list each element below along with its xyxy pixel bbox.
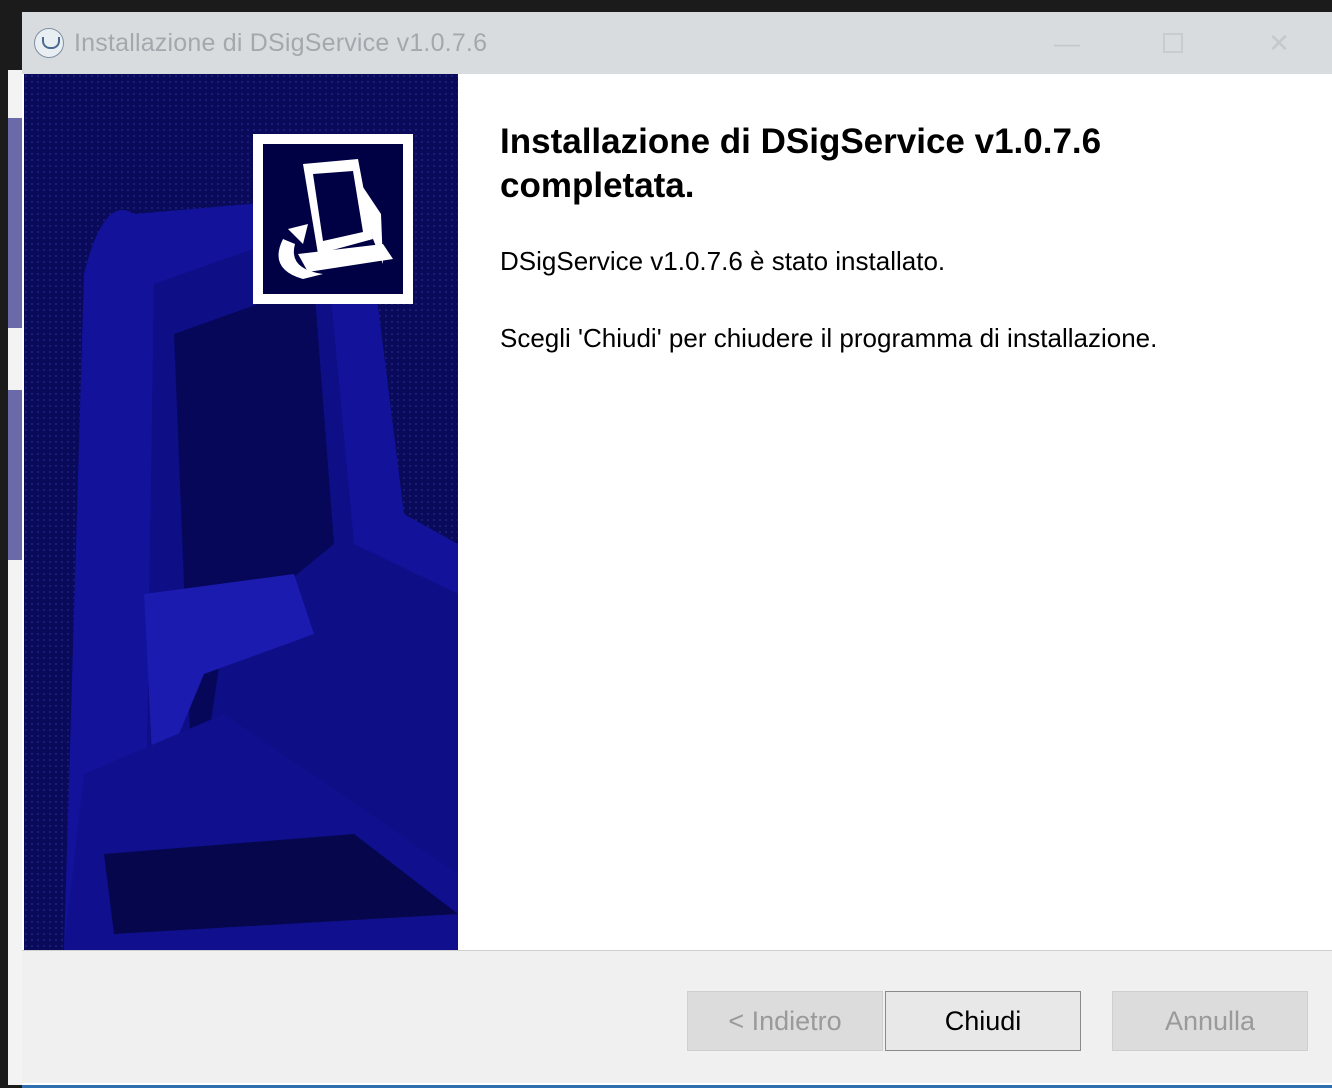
minimize-button[interactable]: — [1014,12,1120,74]
maximize-icon [1163,33,1183,53]
page-title: Installazione di DSigService v1.0.7.6 co… [500,122,1102,205]
logo-frame [253,134,413,304]
computer-install-icon [263,144,403,294]
cancel-button[interactable]: Annulla [1112,991,1308,1051]
main-content: Installazione di DSigService v1.0.7.6 co… [500,120,1300,354]
back-button[interactable]: < Indietro [687,991,883,1051]
window-controls: — ✕ [1014,12,1332,74]
maximize-button[interactable] [1120,12,1226,74]
status-message: DSigService v1.0.7.6 è stato installato. [500,246,946,276]
installer-sidebar-banner [24,74,458,950]
window-title: Installazione di DSigService v1.0.7.6 [74,28,488,57]
close-icon: ✕ [1268,27,1290,58]
title-bar[interactable]: Installazione di DSigService v1.0.7.6 — … [22,12,1332,74]
close-window-button[interactable]: ✕ [1226,12,1332,74]
installer-icon [34,28,64,58]
button-bar: < Indietro Chiudi Annulla [22,950,1332,1083]
minimize-icon: — [1054,27,1080,58]
instruction-text: Scegli 'Chiudi' per chiudere il programm… [500,323,1158,353]
installer-window: Installazione di DSigService v1.0.7.6 — … [22,12,1332,1088]
close-button[interactable]: Chiudi [885,991,1081,1051]
